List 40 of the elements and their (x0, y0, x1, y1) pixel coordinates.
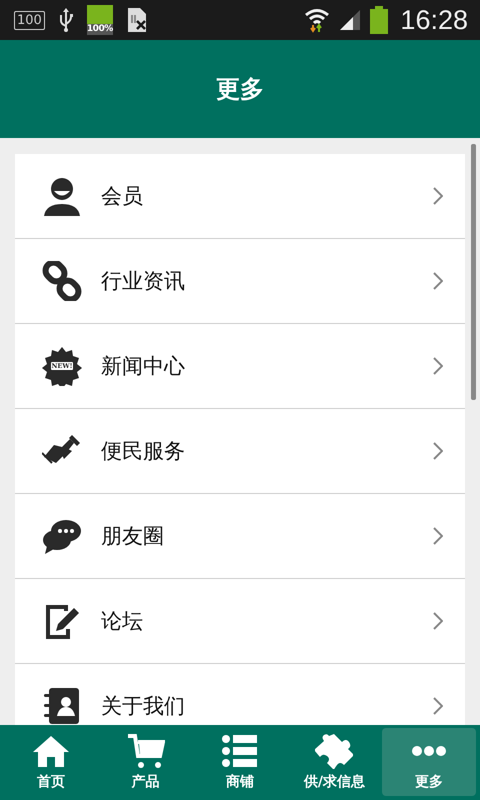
wifi-icon (304, 7, 330, 33)
menu-label: 便民服务 (101, 438, 186, 465)
chain-link-icon (42, 261, 82, 301)
battery-percent: 100% (86, 24, 113, 35)
clock: 16:28 (400, 4, 468, 36)
menu-item[interactable]: 便民服务 (15, 409, 465, 494)
list-icon (221, 733, 260, 769)
menu-label: 行业资讯 (101, 268, 186, 295)
chevron-right-icon (433, 187, 443, 205)
sim-card-icon (126, 7, 147, 33)
user-icon (42, 176, 82, 216)
notification-badge: 100 (14, 10, 45, 30)
chevron-right-icon (433, 272, 443, 290)
chevron-right-icon (433, 697, 443, 715)
menu-item[interactable]: 朋友圈 (15, 494, 465, 579)
signal-icon (338, 8, 362, 32)
nav-tab[interactable]: 首页 (4, 728, 98, 796)
menu-item[interactable]: 会员 (15, 154, 465, 239)
cart-icon (126, 733, 165, 769)
page-title: 更多 (216, 74, 264, 105)
menu-label: 论坛 (101, 608, 144, 635)
chevron-right-icon (433, 442, 443, 460)
menu-label: 会员 (101, 183, 144, 210)
chevron-right-icon (433, 612, 443, 630)
menu-label: 朋友圈 (101, 523, 165, 550)
nav-tab[interactable]: 商铺 (192, 728, 288, 796)
puzzle-icon (315, 733, 354, 769)
chevron-right-icon (433, 357, 443, 375)
menu-label: 关于我们 (101, 693, 186, 720)
nav-tab[interactable]: 供/求信息 (287, 728, 382, 796)
home-icon (32, 733, 70, 769)
chevron-right-icon (433, 527, 443, 545)
menu-label: 新闻中心 (101, 353, 186, 380)
menu-item[interactable]: 论坛 (15, 579, 465, 664)
battery-icon (370, 6, 388, 34)
nav-tab[interactable]: 更多 (382, 728, 476, 796)
more-icon (412, 746, 446, 756)
menu-item[interactable]: 行业资讯 (15, 239, 465, 324)
nav-tab[interactable]: 产品 (98, 728, 193, 796)
usb-icon (58, 8, 73, 32)
